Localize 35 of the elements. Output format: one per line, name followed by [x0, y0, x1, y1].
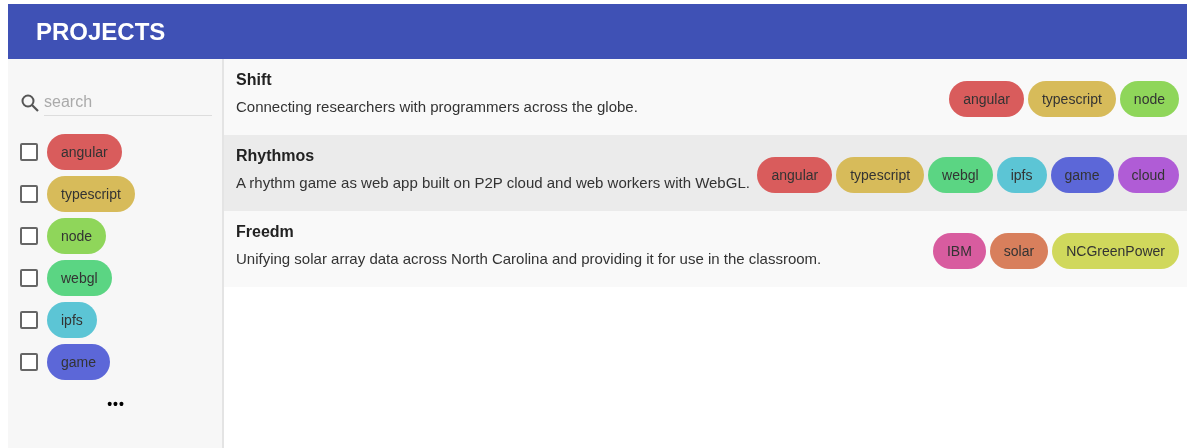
project-row[interactable]: Shift Connecting researchers with programmers across the globe. angular typescript node: [224, 59, 1187, 135]
checkbox[interactable]: [20, 227, 38, 245]
checkbox[interactable]: [20, 269, 38, 287]
tag-chip[interactable]: node: [47, 218, 107, 254]
project-description: A rhythm game as web app built on P2P cloud and web workers with WebGL.: [236, 173, 751, 193]
project-name: Shift: [236, 71, 273, 89]
checkbox[interactable]: [20, 353, 38, 371]
search-icon: [20, 92, 40, 113]
tag-chip[interactable]: typescript: [47, 176, 135, 212]
tag-chip: webgl: [928, 157, 993, 193]
search-field[interactable]: search: [44, 89, 212, 116]
tag-chip[interactable]: webgl: [47, 260, 112, 296]
project-description: Connecting researchers with programmers across the globe.: [236, 97, 639, 117]
project-row[interactable]: Freedm Unifying solar array data across North Carolina and providing it for use in the classroom. IBM solar NCGreenPower: [224, 211, 1187, 287]
project-name: Rhythmos: [236, 147, 316, 165]
tag-chip: typescript: [1027, 81, 1116, 117]
checkbox[interactable]: [20, 143, 38, 161]
tag-chip: node: [1119, 81, 1179, 117]
tag-chip: IBM: [932, 233, 986, 269]
tag-chip: solar: [989, 233, 1049, 269]
app-title: PROJECTS: [36, 17, 166, 46]
checkbox[interactable]: [20, 185, 38, 203]
project-description: Unifying solar array data across North Carolina and providing it for use in the classroom.: [236, 249, 823, 269]
tag-chip: cloud: [1117, 157, 1179, 193]
tag-chip: NCGreenPower: [1052, 233, 1179, 269]
tag-chip: game: [1050, 157, 1114, 193]
more-button[interactable]: •••: [103, 394, 129, 414]
tag-chip: typescript: [836, 157, 925, 193]
project-name: Freedm: [236, 223, 295, 241]
tag-chip: ipfs: [996, 157, 1047, 193]
tag-chip: angular: [949, 81, 1024, 117]
tag-chip[interactable]: ipfs: [47, 302, 97, 338]
checkbox[interactable]: [20, 311, 38, 329]
project-row[interactable]: Rhythmos A rhythm game as web app built on P2P cloud and web workers with WebGL. angular typescript webgl ipfs game cloud: [224, 135, 1187, 211]
tag-chip: angular: [757, 157, 833, 193]
